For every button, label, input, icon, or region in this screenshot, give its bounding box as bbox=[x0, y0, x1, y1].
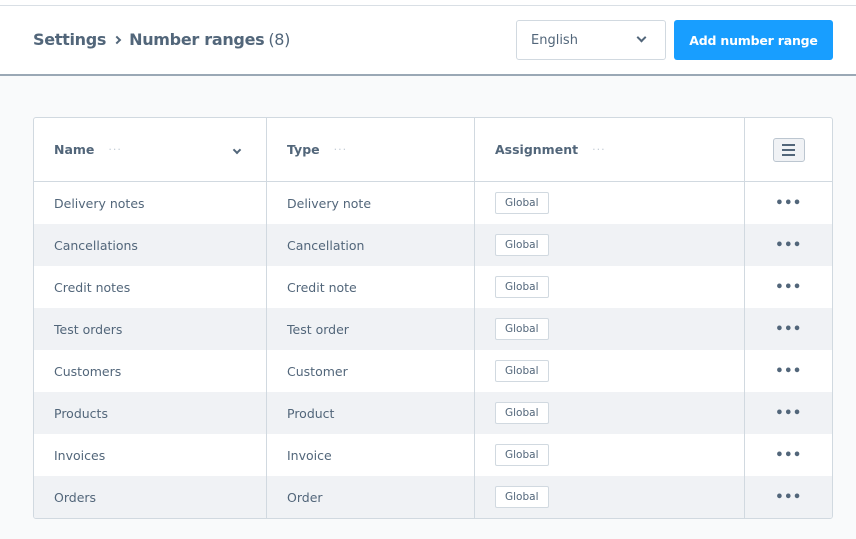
type-text: Product bbox=[287, 405, 335, 421]
column-header-type[interactable]: Type ··· bbox=[267, 118, 475, 181]
cell-type: Product bbox=[267, 392, 475, 434]
table-row[interactable]: Orders Order Global ••• bbox=[34, 476, 832, 518]
type-text: Delivery note bbox=[287, 195, 372, 211]
cell-name: Delivery notes bbox=[34, 182, 267, 224]
name-text[interactable]: Cancellations bbox=[54, 238, 138, 253]
table-row[interactable]: Invoices Invoice Global ••• bbox=[34, 434, 832, 476]
cell-type: Test order bbox=[267, 308, 475, 350]
type-text: Credit note bbox=[287, 279, 357, 295]
row-actions-more-icon[interactable]: ••• bbox=[775, 196, 801, 211]
type-text: Test order bbox=[287, 321, 349, 337]
column-menu-icon[interactable]: ··· bbox=[334, 143, 348, 156]
grid-header-row: Name ··· Type ··· Assignment ··· bbox=[34, 118, 832, 182]
cell-assignment: Global bbox=[475, 434, 745, 476]
name-text[interactable]: Products bbox=[54, 406, 108, 421]
cell-actions: ••• bbox=[745, 182, 832, 224]
assignment-badge: Global bbox=[495, 192, 549, 214]
breadcrumb-settings-link[interactable]: Settings bbox=[33, 30, 106, 49]
table-row[interactable]: Credit notes Credit note Global ••• bbox=[34, 266, 832, 308]
chevron-down-icon bbox=[636, 32, 647, 43]
cell-name: Customers bbox=[34, 350, 267, 392]
name-text[interactable]: Orders bbox=[54, 490, 96, 505]
breadcrumb-current: Number ranges bbox=[129, 30, 265, 49]
row-actions-more-icon[interactable]: ••• bbox=[775, 322, 801, 337]
name-text[interactable]: Invoices bbox=[54, 448, 105, 463]
column-header-assignment[interactable]: Assignment ··· bbox=[475, 118, 745, 181]
language-select[interactable]: English bbox=[516, 20, 666, 60]
cell-actions: ••• bbox=[745, 224, 832, 266]
column-menu-icon[interactable]: ··· bbox=[592, 143, 606, 156]
type-text: Invoice bbox=[287, 447, 332, 463]
row-actions-more-icon[interactable]: ••• bbox=[775, 364, 801, 379]
row-actions-more-icon[interactable]: ••• bbox=[775, 238, 801, 253]
cell-assignment: Global bbox=[475, 308, 745, 350]
number-ranges-grid: Name ··· Type ··· Assignment ··· Deliver… bbox=[33, 117, 833, 519]
column-header-name[interactable]: Name ··· bbox=[34, 118, 267, 181]
cell-name: Cancellations bbox=[34, 224, 267, 266]
cell-type: Credit note bbox=[267, 266, 475, 308]
grid-body: Delivery notes Delivery note Global ••• … bbox=[34, 182, 832, 518]
name-text[interactable]: Test orders bbox=[54, 322, 122, 337]
assignment-badge: Global bbox=[495, 444, 549, 466]
cell-type: Invoice bbox=[267, 434, 475, 476]
column-label: Type bbox=[287, 142, 320, 157]
row-actions-more-icon[interactable]: ••• bbox=[775, 280, 801, 295]
cell-assignment: Global bbox=[475, 266, 745, 308]
assignment-badge: Global bbox=[495, 234, 549, 256]
cell-actions: ••• bbox=[745, 266, 832, 308]
cell-actions: ••• bbox=[745, 392, 832, 434]
cell-type: Order bbox=[267, 476, 475, 518]
type-text: Order bbox=[287, 489, 323, 505]
assignment-badge: Global bbox=[495, 318, 549, 340]
row-actions-more-icon[interactable]: ••• bbox=[775, 448, 801, 463]
cell-name: Invoices bbox=[34, 434, 267, 476]
table-row[interactable]: Delivery notes Delivery note Global ••• bbox=[34, 182, 832, 224]
row-actions-more-icon[interactable]: ••• bbox=[775, 490, 801, 505]
row-actions-more-icon[interactable]: ••• bbox=[775, 406, 801, 421]
table-row[interactable]: Test orders Test order Global ••• bbox=[34, 308, 832, 350]
assignment-badge: Global bbox=[495, 486, 549, 508]
cell-assignment: Global bbox=[475, 476, 745, 518]
cell-actions: ••• bbox=[745, 308, 832, 350]
cell-name: Orders bbox=[34, 476, 267, 518]
cell-name: Credit notes bbox=[34, 266, 267, 308]
language-select-value: English bbox=[531, 32, 578, 48]
page-header: Settings Number ranges (8) English Add n… bbox=[0, 6, 856, 76]
chevron-right-icon bbox=[112, 35, 122, 44]
cell-type: Delivery note bbox=[267, 182, 475, 224]
add-number-range-button[interactable]: Add number range bbox=[674, 20, 833, 60]
assignment-badge: Global bbox=[495, 402, 549, 424]
table-row[interactable]: Customers Customer Global ••• bbox=[34, 350, 832, 392]
cell-type: Customer bbox=[267, 350, 475, 392]
assignment-badge: Global bbox=[495, 360, 549, 382]
cell-actions: ••• bbox=[745, 434, 832, 476]
cell-assignment: Global bbox=[475, 392, 745, 434]
table-row[interactable]: Cancellations Cancellation Global ••• bbox=[34, 224, 832, 266]
item-count: (8) bbox=[268, 30, 291, 49]
cell-name: Test orders bbox=[34, 308, 267, 350]
name-text[interactable]: Customers bbox=[54, 364, 121, 379]
name-text[interactable]: Credit notes bbox=[54, 280, 130, 295]
cell-assignment: Global bbox=[475, 350, 745, 392]
assignment-badge: Global bbox=[495, 276, 549, 298]
column-label: Assignment bbox=[495, 142, 579, 157]
cell-assignment: Global bbox=[475, 224, 745, 266]
cell-name: Products bbox=[34, 392, 267, 434]
cell-type: Cancellation bbox=[267, 224, 475, 266]
column-settings-cell bbox=[745, 118, 832, 181]
cell-actions: ••• bbox=[745, 350, 832, 392]
column-label: Name bbox=[54, 142, 95, 157]
breadcrumb: Settings Number ranges (8) bbox=[33, 30, 290, 49]
column-settings-menu-icon[interactable] bbox=[772, 137, 805, 162]
cell-actions: ••• bbox=[745, 476, 832, 518]
type-text: Customer bbox=[287, 363, 348, 379]
type-text: Cancellation bbox=[287, 237, 365, 253]
table-row[interactable]: Products Product Global ••• bbox=[34, 392, 832, 434]
name-text[interactable]: Delivery notes bbox=[54, 196, 145, 211]
column-menu-icon[interactable]: ··· bbox=[108, 143, 122, 156]
cell-assignment: Global bbox=[475, 182, 745, 224]
sort-chevron-down-icon[interactable] bbox=[232, 145, 242, 155]
